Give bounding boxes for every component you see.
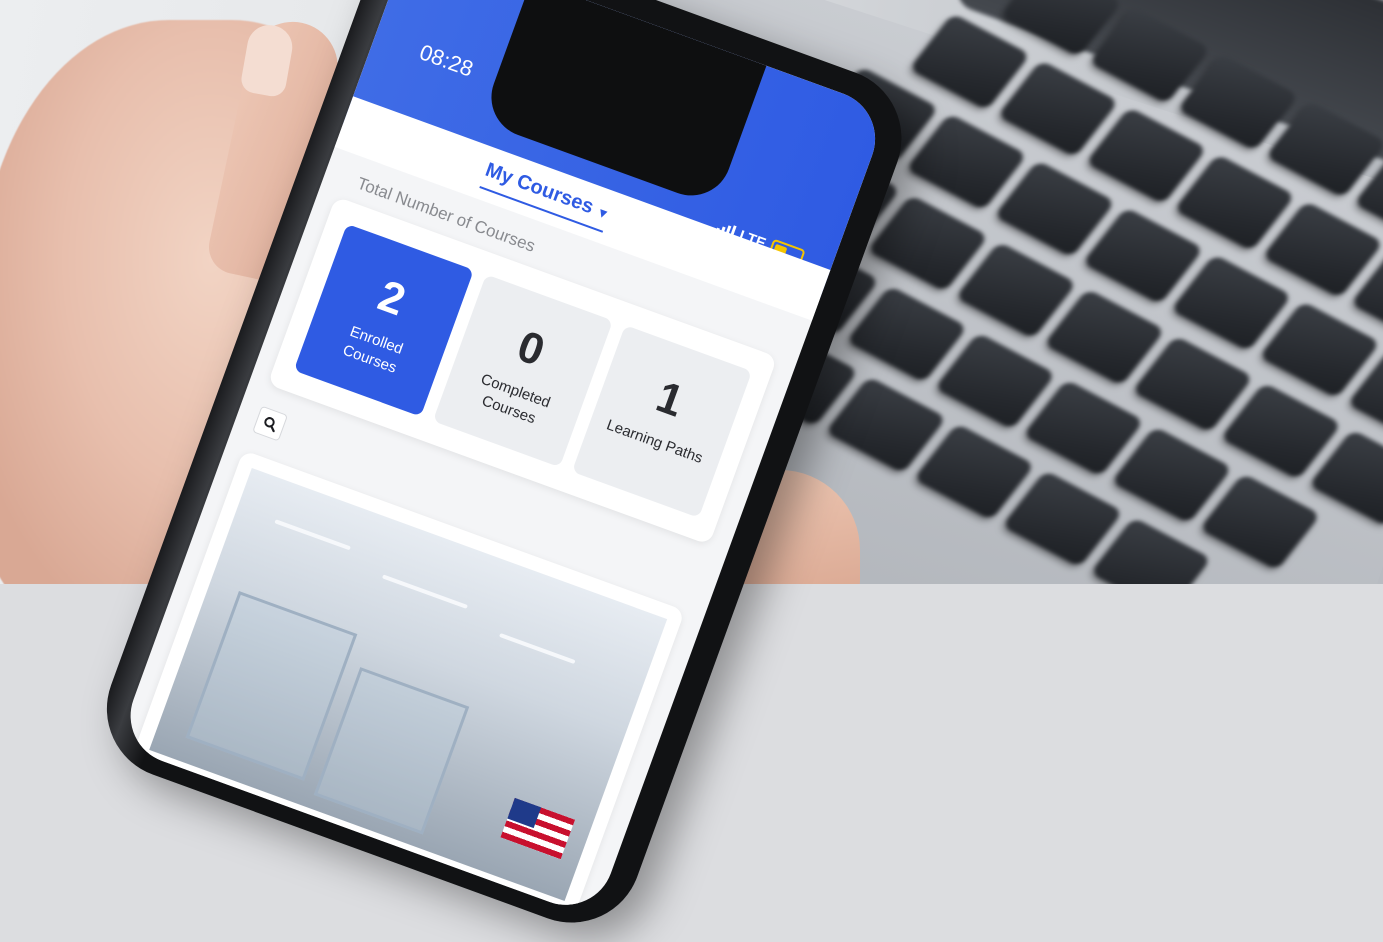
course-card[interactable] (134, 450, 686, 912)
status-time: 08:28 (416, 39, 477, 82)
laboratory-photo (149, 467, 668, 902)
caret-down-icon: ▼ (594, 203, 612, 223)
us-flag-icon (500, 797, 575, 860)
search-icon (264, 417, 275, 433)
search-button[interactable] (252, 405, 289, 442)
